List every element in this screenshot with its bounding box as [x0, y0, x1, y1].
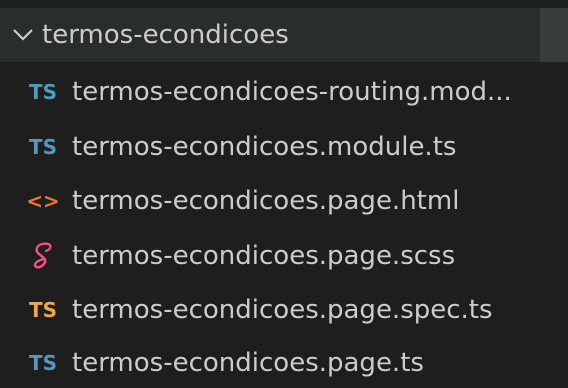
file-name: termos-econdicoes.module.ts	[72, 132, 457, 162]
typescript-test-file-icon: TS	[28, 298, 58, 322]
file-name: termos-econdicoes-routing.mod...	[72, 77, 512, 107]
file-item-page-ts[interactable]: TS termos-econdicoes.page.ts	[0, 338, 568, 388]
sass-file-icon	[24, 231, 62, 281]
file-name: termos-econdicoes.page.scss	[72, 241, 456, 271]
file-item-page-spec[interactable]: TS termos-econdicoes.page.spec.ts	[0, 285, 568, 335]
folder-name: termos-econdicoes	[42, 20, 289, 50]
file-explorer: termos-econdicoes TS termos-econdicoes-r…	[0, 0, 568, 378]
typescript-file-icon: TS	[28, 80, 58, 104]
folder-row[interactable]: termos-econdicoes	[0, 8, 568, 62]
scrollbar-thumb[interactable]	[540, 8, 568, 62]
file-item-routing-module[interactable]: TS termos-econdicoes-routing.mod...	[0, 67, 568, 117]
typescript-file-icon: TS	[28, 135, 58, 159]
file-item-module[interactable]: TS termos-econdicoes.module.ts	[0, 122, 568, 172]
file-item-page-html[interactable]: <> termos-econdicoes.page.html	[0, 176, 568, 226]
file-name: termos-econdicoes.page.spec.ts	[72, 295, 493, 325]
html-file-icon: <>	[26, 189, 60, 213]
typescript-file-icon: TS	[28, 351, 58, 375]
file-item-page-scss[interactable]: termos-econdicoes.page.scss	[0, 231, 568, 281]
file-name: termos-econdicoes.page.ts	[72, 348, 424, 378]
chevron-down-icon[interactable]	[8, 8, 38, 62]
file-name: termos-econdicoes.page.html	[72, 186, 460, 216]
